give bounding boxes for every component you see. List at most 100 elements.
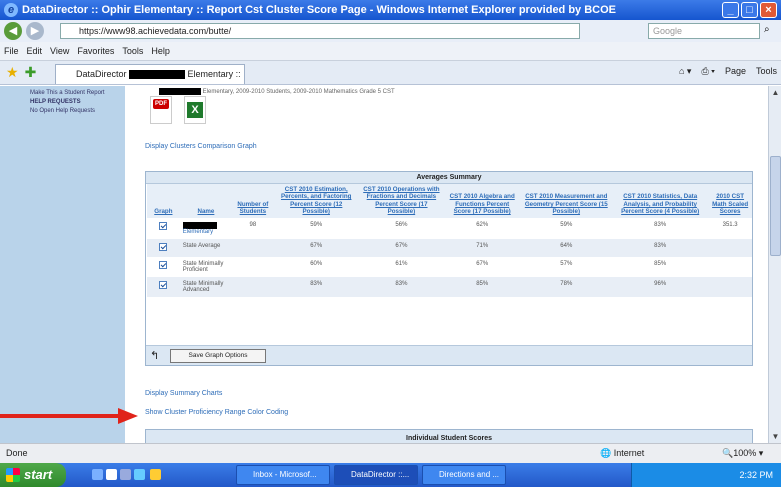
task-inbox[interactable]: Inbox - Microsof...	[236, 465, 330, 485]
row-students	[232, 238, 274, 257]
favorites-bar: ★ ✚ DataDirector Elementary :: Repor... …	[0, 61, 781, 97]
globe-icon: 🌐	[600, 448, 612, 458]
page-menu[interactable]: Page	[725, 66, 746, 77]
row-c1: 67%	[273, 238, 359, 257]
averages-summary-panel: Averages Summary Graph Name Number of St…	[145, 171, 753, 366]
quicklaunch-icon[interactable]	[150, 469, 161, 480]
col-statistics[interactable]: CST 2010 Statistics, Data Analysis, and …	[612, 184, 709, 218]
row-c4: 78%	[520, 276, 613, 297]
search-input[interactable]: Google	[648, 23, 760, 39]
row-c1: 83%	[273, 276, 359, 297]
clusters-graph-link[interactable]: Display Clusters Comparison Graph	[145, 143, 257, 150]
menu-favorites[interactable]: Favorites	[77, 46, 114, 56]
quicklaunch-icon[interactable]	[120, 469, 131, 480]
ie-icon: e	[4, 3, 18, 17]
tab-datadirector[interactable]: DataDirector Elementary :: Repor...	[55, 64, 245, 97]
quicklaunch-icon[interactable]	[92, 469, 103, 480]
home-icon[interactable]: ⌂ ▾	[679, 66, 691, 77]
address-bar: ◀ ▶ https://www98.achievedata.com/butte/…	[0, 20, 781, 42]
table-row: State Minimally Advanced 83% 83% 85% 78%…	[147, 276, 752, 297]
menu-file[interactable]: File	[4, 46, 19, 56]
col-estimation[interactable]: CST 2010 Estimation, Percents, and Facto…	[273, 184, 359, 218]
menu-tools[interactable]: Tools	[122, 46, 143, 56]
averages-panel-footer: ↰ Save Graph Options	[146, 345, 752, 365]
row-students	[232, 276, 274, 297]
row-name[interactable]: Elementary	[183, 229, 213, 235]
command-bar: ⌂ ▾ ⎙ ▾ Page Tools	[679, 66, 777, 77]
add-favorites-icon[interactable]: ✚	[25, 64, 37, 81]
status-bar: Done 🌐 Internet 🔍100% ▾	[0, 443, 781, 463]
red-arrow-annotation	[0, 408, 138, 424]
task-directions[interactable]: Directions and ...	[422, 465, 506, 485]
graph-checkbox[interactable]	[159, 221, 168, 230]
sidebar-heading-help: HELP REQUESTS	[30, 99, 81, 105]
start-button[interactable]: start	[0, 463, 66, 487]
row-c1: 59%	[310, 221, 323, 228]
scroll-up-icon[interactable]: ▲	[770, 88, 781, 97]
row-c3: 62%	[476, 221, 489, 228]
col-operations[interactable]: CST 2010 Operations with Fractions and D…	[358, 184, 444, 218]
menu-edit[interactable]: Edit	[27, 46, 43, 56]
save-graph-options-button[interactable]: Save Graph Options	[170, 349, 266, 363]
clock: 2:32 PM	[739, 470, 773, 480]
status-text: Done	[6, 448, 28, 458]
print-icon[interactable]: ⎙ ▾	[701, 66, 714, 77]
summary-charts-link[interactable]: Display Summary Charts	[145, 390, 222, 397]
menu-bar: File Edit View Favorites Tools Help	[0, 42, 781, 61]
system-tray: 2:32 PM	[631, 463, 781, 487]
row-students	[232, 257, 273, 277]
excel-export-icon[interactable]: X	[184, 96, 206, 124]
minimize-button[interactable]: _	[722, 2, 739, 18]
row-c2: 67%	[358, 238, 444, 257]
col-measurement[interactable]: CST 2010 Measurement and Geometry Percen…	[520, 184, 613, 218]
col-algebra[interactable]: CST 2010 Algebra and Functions Percent S…	[443, 184, 521, 218]
graph-checkbox[interactable]	[159, 242, 168, 251]
sidebar-item-student-report[interactable]: Make This a Student Report	[0, 90, 125, 96]
main-area: Elementary, 2009-2010 Students, 2009-201…	[145, 86, 765, 443]
row-scaled	[708, 276, 752, 297]
vertical-scrollbar[interactable]: ▲ ▼	[768, 86, 781, 443]
col-graph[interactable]: Graph	[147, 184, 180, 218]
forward-button[interactable]: ▶	[26, 22, 44, 40]
col-name[interactable]: Name	[179, 184, 233, 218]
task-datadirector[interactable]: DataDirector ::...	[334, 465, 418, 485]
graph-checkbox[interactable]	[159, 280, 168, 289]
row-c2: 83%	[358, 276, 444, 297]
table-row: State Average 67% 67% 71% 64% 83%	[147, 238, 752, 257]
url-input[interactable]: https://www98.achievedata.com/butte/	[60, 23, 580, 39]
row-c3: 67%	[476, 260, 489, 267]
row-scaled	[708, 257, 752, 277]
browser-window: e DataDirector :: Ophir Elementary :: Re…	[0, 0, 781, 487]
quicklaunch-icon[interactable]	[106, 469, 117, 480]
graph-checkbox[interactable]	[159, 260, 168, 269]
col-students[interactable]: Number of Students	[232, 184, 274, 218]
averages-table: Graph Name Number of Students CST 2010 E…	[147, 184, 752, 297]
back-button[interactable]: ◀	[4, 22, 22, 40]
zoom-level[interactable]: 🔍100% ▾	[722, 448, 763, 459]
row-c2: 61%	[395, 260, 408, 267]
search-icon[interactable]: ⌕	[764, 24, 770, 35]
maximize-button[interactable]: □	[741, 2, 758, 18]
return-arrow-icon[interactable]: ↰	[150, 349, 159, 362]
tools-menu[interactable]: Tools	[756, 66, 777, 77]
redacted-block	[129, 70, 186, 80]
page-content: Make This a Student Report HELP REQUESTS…	[0, 86, 768, 443]
redacted-block	[159, 88, 201, 95]
favorites-star-icon[interactable]: ★	[6, 64, 19, 81]
proficiency-color-link[interactable]: Show Cluster Proficiency Range Color Cod…	[145, 409, 288, 416]
sidebar-item-help-requests[interactable]: No Open Help Requests	[0, 108, 125, 114]
quicklaunch-icon[interactable]	[134, 469, 145, 480]
window-title: DataDirector :: Ophir Elementary :: Repo…	[22, 4, 617, 16]
menu-help[interactable]: Help	[151, 46, 170, 56]
menu-view[interactable]: View	[50, 46, 69, 56]
individual-scores-header: Individual Student Scores	[145, 429, 753, 443]
redacted-block	[182, 221, 217, 229]
col-scaled[interactable]: 2010 CST Math Scaled Scores	[708, 184, 752, 218]
row-c5: 85%	[654, 260, 667, 267]
pdf-export-icon[interactable]: PDF	[150, 96, 172, 124]
close-button[interactable]: ×	[760, 2, 777, 18]
scroll-thumb[interactable]	[770, 156, 781, 256]
averages-summary-title: Averages Summary	[146, 172, 752, 184]
row-c3: 85%	[443, 276, 521, 297]
scroll-down-icon[interactable]: ▼	[770, 432, 781, 441]
